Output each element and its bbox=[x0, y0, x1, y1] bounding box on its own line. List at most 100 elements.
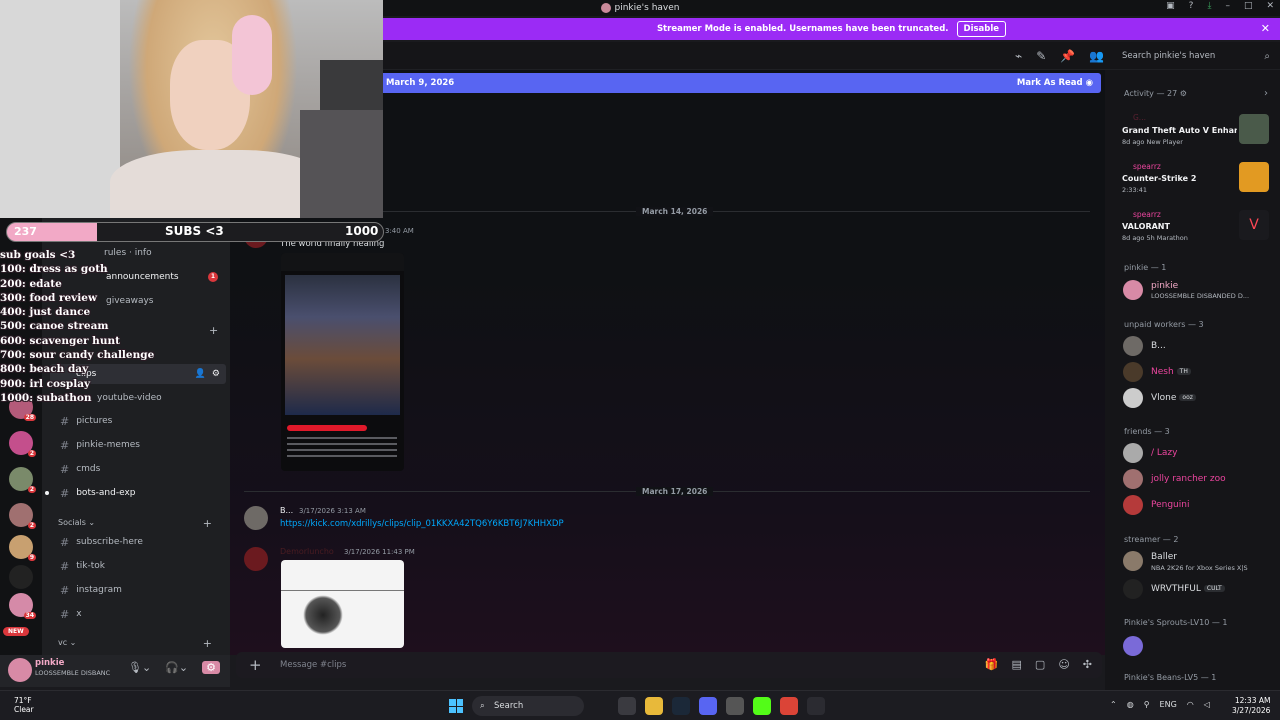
kick-icon[interactable] bbox=[753, 697, 771, 715]
avatar[interactable] bbox=[1123, 495, 1143, 515]
tray-app-icon[interactable]: ⚲ bbox=[1144, 700, 1150, 709]
app-icon[interactable] bbox=[807, 697, 825, 715]
app-icon[interactable] bbox=[726, 697, 744, 715]
avatar[interactable] bbox=[1123, 443, 1143, 463]
volume-icon[interactable]: ◁ bbox=[1204, 700, 1210, 709]
chrome-icon[interactable] bbox=[780, 697, 798, 715]
server-icon[interactable]: 9 bbox=[9, 535, 36, 561]
activity-user[interactable]: spearrz bbox=[1133, 162, 1161, 171]
wifi-icon[interactable]: ◠ bbox=[1187, 700, 1194, 709]
message-author[interactable]: Demorluncho bbox=[280, 547, 334, 556]
start-button[interactable] bbox=[449, 699, 463, 713]
search-box[interactable]: Search pinkie's haven ⌕ bbox=[1116, 48, 1276, 65]
member-name[interactable]: pinkie bbox=[1151, 281, 1178, 291]
avatar[interactable] bbox=[8, 658, 32, 682]
taskbar-search[interactable]: ⌕ Search bbox=[472, 696, 584, 716]
channel-settings-icon[interactable]: ⚙ bbox=[212, 369, 220, 379]
gift-icon[interactable]: 🎁 bbox=[985, 658, 999, 671]
member-name[interactable]: Baller bbox=[1151, 552, 1177, 562]
gif-icon[interactable]: ▤ bbox=[1012, 658, 1022, 671]
activity-user[interactable]: G... bbox=[1133, 113, 1146, 122]
message-link[interactable]: https://kick.com/xdrillys/clips/clip_01K… bbox=[280, 519, 564, 529]
sticker-icon[interactable]: ▢ bbox=[1035, 658, 1045, 671]
discord-icon[interactable] bbox=[699, 697, 717, 715]
microphone-icon[interactable]: 🎙⌄ bbox=[128, 661, 151, 674]
chevron-up-icon[interactable]: ⌃ bbox=[1110, 700, 1117, 709]
disable-streamer-mode-button[interactable]: Disable bbox=[956, 21, 1007, 37]
server-icon[interactable]: 34 bbox=[9, 593, 36, 619]
emoji-icon[interactable]: ☺ bbox=[1058, 658, 1069, 671]
channel-x[interactable]: # x bbox=[60, 604, 225, 624]
task-view-icon[interactable] bbox=[618, 697, 636, 715]
maximize-button[interactable]: □ bbox=[1244, 1, 1253, 11]
pinned-messages-icon[interactable]: 📌 bbox=[1060, 49, 1075, 63]
activity-title[interactable]: Grand Theft Auto V Enhanc... bbox=[1122, 126, 1237, 135]
avatar[interactable] bbox=[1123, 336, 1143, 356]
tray-app-icon[interactable]: ◍ bbox=[1127, 700, 1134, 709]
new-messages-bar[interactable]: March 9, 2026 Mark As Read ◉ bbox=[383, 73, 1101, 93]
member-name[interactable]: Nesh TH bbox=[1151, 367, 1191, 377]
avatar[interactable] bbox=[1123, 388, 1143, 408]
channel-cmds[interactable]: # cmds bbox=[60, 459, 225, 479]
close-banner-icon[interactable]: ✕ bbox=[1261, 22, 1270, 35]
member-name[interactable]: Penguini bbox=[1151, 500, 1189, 510]
game-thumbnail[interactable] bbox=[1239, 162, 1269, 192]
activity-user[interactable]: spearrz bbox=[1133, 210, 1161, 219]
category-socials[interactable]: Socials ⌄ + bbox=[58, 517, 220, 530]
help-icon[interactable]: ? bbox=[1189, 1, 1194, 11]
file-explorer-icon[interactable] bbox=[645, 697, 663, 715]
channel-instagram[interactable]: # instagram bbox=[60, 580, 225, 600]
close-window-button[interactable]: ✕ bbox=[1266, 1, 1274, 11]
avatar[interactable] bbox=[1123, 579, 1143, 599]
channel-bots-and-exp[interactable]: # bots-and-exp bbox=[60, 483, 225, 503]
avatar[interactable] bbox=[1123, 551, 1143, 571]
member-name[interactable]: / Lazy bbox=[1151, 448, 1177, 458]
member-name[interactable]: jolly rancher zoo bbox=[1151, 474, 1226, 484]
member-name[interactable]: B... bbox=[1151, 341, 1166, 351]
avatar[interactable] bbox=[244, 547, 268, 571]
channel-tik-tok[interactable]: # tik-tok bbox=[60, 556, 225, 576]
mark-as-read-button[interactable]: Mark As Read ◉ bbox=[1017, 78, 1093, 88]
minimize-button[interactable]: – bbox=[1225, 1, 1230, 11]
avatar[interactable] bbox=[1123, 469, 1143, 489]
steam-icon[interactable] bbox=[672, 697, 690, 715]
image-attachment[interactable] bbox=[281, 253, 404, 471]
server-icon[interactable]: 2 bbox=[9, 503, 36, 529]
channel-subscribe-here[interactable]: # subscribe-here bbox=[60, 532, 225, 552]
avatar[interactable] bbox=[1123, 362, 1143, 382]
avatar[interactable] bbox=[1123, 636, 1143, 656]
message-input[interactable] bbox=[280, 652, 880, 678]
headphones-icon[interactable]: 🎧⌄ bbox=[165, 661, 188, 674]
game-thumbnail[interactable] bbox=[1239, 114, 1269, 144]
weather-widget[interactable]: 71°F Clear bbox=[14, 696, 34, 714]
avatar[interactable] bbox=[1123, 280, 1143, 300]
server-icon[interactable] bbox=[9, 565, 33, 589]
channel-pinkie-memes[interactable]: # pinkie-memes bbox=[60, 435, 225, 455]
server-icon[interactable]: 2 bbox=[9, 431, 36, 457]
create-channel-icon[interactable]: + bbox=[203, 517, 212, 530]
message-author[interactable]: B... bbox=[280, 506, 293, 515]
member-name[interactable]: Vlone ooz bbox=[1151, 393, 1196, 403]
member-name[interactable]: WRVTHFUL CULT bbox=[1151, 584, 1225, 594]
activity-header[interactable]: Activity — 27 ⚙ › bbox=[1124, 88, 1274, 99]
threads-icon[interactable]: ⌁ bbox=[1015, 49, 1022, 63]
create-channel-icon[interactable]: + bbox=[209, 324, 218, 337]
valorant-logo-icon[interactable]: V bbox=[1239, 210, 1269, 240]
download-icon[interactable]: ⤓ bbox=[1207, 1, 1211, 11]
clock[interactable]: 12:33 AM 3/27/2026 bbox=[1232, 696, 1270, 716]
inbox-icon[interactable]: ▣ bbox=[1166, 1, 1175, 11]
avatar[interactable] bbox=[244, 506, 268, 530]
apps-icon[interactable]: ✣ bbox=[1083, 658, 1092, 671]
server-icon[interactable]: 2 bbox=[9, 467, 36, 493]
user-settings-icon[interactable]: ⚙ bbox=[202, 661, 220, 674]
channel-pictures[interactable]: # pictures bbox=[60, 411, 225, 431]
add-attachment-icon[interactable]: + bbox=[249, 656, 262, 674]
activity-title[interactable]: VALORANT bbox=[1122, 222, 1237, 231]
notification-settings-icon[interactable]: ✎ bbox=[1036, 49, 1046, 63]
activity-title[interactable]: Counter-Strike 2 bbox=[1122, 174, 1237, 183]
sketch-attachment[interactable] bbox=[281, 560, 404, 648]
language-indicator[interactable]: ENG bbox=[1160, 700, 1177, 709]
create-channel-icon[interactable]: + bbox=[203, 637, 212, 650]
category-vc[interactable]: vc ⌄ + bbox=[58, 637, 220, 650]
member-list-icon[interactable]: 👥 bbox=[1089, 49, 1104, 63]
